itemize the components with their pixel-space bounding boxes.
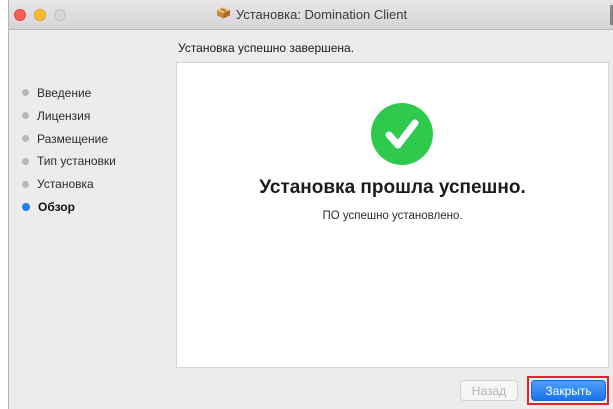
success-subtitle: ПО успешно установлено. xyxy=(322,210,463,222)
sidebar-item-label: Введение xyxy=(37,86,92,100)
sidebar-item-label: Лицензия xyxy=(37,108,91,123)
window-title: Установка: Domination Client xyxy=(235,7,408,22)
step-dot-icon xyxy=(22,112,29,120)
step-dot-icon xyxy=(22,180,29,188)
content-panel: Установка прошла успешно. ПО успешно уст… xyxy=(176,62,609,368)
step-sidebar: Введение Лицензия Размещение Тип установ… xyxy=(22,84,116,221)
sidebar-item-label: Установка xyxy=(37,177,94,192)
sidebar-item-label: Размещение xyxy=(37,131,108,146)
step-dot-icon xyxy=(22,89,29,97)
status-heading: Установка успешно завершена. xyxy=(178,41,355,55)
sidebar-item-installation: Установка xyxy=(22,175,116,198)
sidebar-item-label: Тип установки xyxy=(37,154,116,169)
window-title-wrap: Установка: Domination Client xyxy=(9,7,613,22)
sidebar-item-summary: Обзор xyxy=(22,198,116,221)
back-button[interactable]: Назад xyxy=(460,380,518,401)
sidebar-item-introduction: Введение xyxy=(22,84,116,107)
active-step-dot-icon xyxy=(22,202,30,211)
checkmark-icon xyxy=(371,103,433,165)
step-dot-icon xyxy=(22,157,29,165)
sidebar-item-license: Лицензия xyxy=(22,107,116,130)
close-button-highlight xyxy=(527,376,609,405)
sidebar-item-installation-type: Тип установки xyxy=(22,152,116,175)
package-icon xyxy=(216,6,231,22)
sidebar-item-label: Обзор xyxy=(38,199,75,214)
sidebar-item-destination: Размещение xyxy=(22,130,116,153)
success-title: Установка прошла успешно. xyxy=(259,177,526,198)
installer-window: Установка: Domination Client Установка у… xyxy=(8,0,613,409)
title-bar[interactable]: Установка: Domination Client xyxy=(9,0,613,30)
step-dot-icon xyxy=(22,134,29,142)
